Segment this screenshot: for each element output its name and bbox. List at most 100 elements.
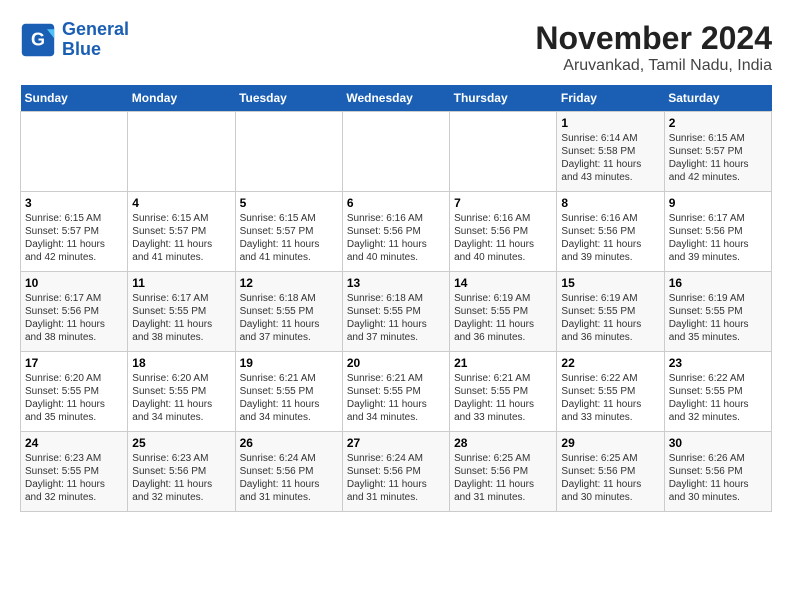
logo: G General Blue	[20, 20, 129, 60]
day-number: 30	[669, 436, 767, 450]
day-number: 18	[132, 356, 230, 370]
day-number: 12	[240, 276, 338, 290]
calendar-cell: 14 Sunrise: 6:19 AM Sunset: 5:55 PM Dayli…	[450, 272, 557, 352]
day-number: 5	[240, 196, 338, 210]
calendar-cell: 15Sunrise: 6:19 AM Sunset: 5:55 PM Dayli…	[557, 272, 664, 352]
day-number: 21	[454, 356, 552, 370]
day-number: 27	[347, 436, 445, 450]
day-info: Sunrise: 6:24 AM Sunset: 5:56 PM Dayligh…	[240, 452, 338, 504]
day-number: 20	[347, 356, 445, 370]
calendar-cell: 9 Sunrise: 6:17 AM Sunset: 5:56 PM Daylig…	[664, 192, 771, 272]
day-info: Sunrise: 6:18 AM Sunset: 5:55 PM Dayligh…	[347, 292, 445, 344]
day-info: Sunrise: 6:22 AM Sunset: 5:55 PM Dayligh…	[669, 372, 767, 424]
calendar-cell	[450, 112, 557, 192]
day-number: 16	[669, 276, 767, 290]
title-block: November 2024 Aruvankad, Tamil Nadu, Ind…	[535, 20, 772, 75]
weekday-header: Tuesday	[235, 85, 342, 112]
logo-icon: G	[20, 22, 56, 58]
day-number: 13	[347, 276, 445, 290]
day-info: Sunrise: 6:23 AM Sunset: 5:55 PM Dayligh…	[25, 452, 123, 504]
day-info: Sunrise: 6:25 AM Sunset: 5:56 PM Dayligh…	[561, 452, 659, 504]
day-info: Sunrise: 6:22 AM Sunset: 5:55 PM Dayligh…	[561, 372, 659, 424]
day-info: Sunrise: 6:21 AM Sunset: 5:55 PM Dayligh…	[347, 372, 445, 424]
day-number: 28	[454, 436, 552, 450]
day-info: Sunrise: 6:17 AM Sunset: 5:56 PM Dayligh…	[669, 212, 767, 264]
day-number: 26	[240, 436, 338, 450]
calendar-cell: 26 Sunrise: 6:24 AM Sunset: 5:56 PM Dayli…	[235, 432, 342, 512]
day-info: Sunrise: 6:15 AM Sunset: 5:57 PM Dayligh…	[25, 212, 123, 264]
calendar-cell: 10Sunrise: 6:17 AM Sunset: 5:56 PM Dayli…	[21, 272, 128, 352]
calendar-cell: 1 Sunrise: 6:14 AM Sunset: 5:58 PM Daylig…	[557, 112, 664, 192]
calendar-cell: 11 Sunrise: 6:17 AM Sunset: 5:55 PM Dayli…	[128, 272, 235, 352]
day-number: 19	[240, 356, 338, 370]
calendar-week-row: 10Sunrise: 6:17 AM Sunset: 5:56 PM Dayli…	[21, 272, 772, 352]
calendar-cell	[128, 112, 235, 192]
calendar-cell: 29 Sunrise: 6:25 AM Sunset: 5:56 PM Dayli…	[557, 432, 664, 512]
day-info: Sunrise: 6:23 AM Sunset: 5:56 PM Dayligh…	[132, 452, 230, 504]
day-info: Sunrise: 6:17 AM Sunset: 5:55 PM Dayligh…	[132, 292, 230, 344]
calendar-cell: 28 Sunrise: 6:25 AM Sunset: 5:56 PM Dayli…	[450, 432, 557, 512]
weekday-header: Monday	[128, 85, 235, 112]
page-title: November 2024	[535, 20, 772, 57]
calendar-week-row: 17 Sunrise: 6:20 AM Sunset: 5:55 PM Dayli…	[21, 352, 772, 432]
calendar-cell: 24 Sunrise: 6:23 AM Sunset: 5:55 PM Dayli…	[21, 432, 128, 512]
day-info: Sunrise: 6:15 AM Sunset: 5:57 PM Dayligh…	[240, 212, 338, 264]
day-info: Sunrise: 6:20 AM Sunset: 5:55 PM Dayligh…	[25, 372, 123, 424]
calendar-cell: 23 Sunrise: 6:22 AM Sunset: 5:55 PM Dayli…	[664, 352, 771, 432]
day-info: Sunrise: 6:14 AM Sunset: 5:58 PM Dayligh…	[561, 132, 659, 184]
calendar-cell: 18 Sunrise: 6:20 AM Sunset: 5:55 PM Dayli…	[128, 352, 235, 432]
calendar-cell: 16 Sunrise: 6:19 AM Sunset: 5:55 PM Dayli…	[664, 272, 771, 352]
calendar-cell	[342, 112, 449, 192]
day-number: 23	[669, 356, 767, 370]
calendar-cell: 25 Sunrise: 6:23 AM Sunset: 5:56 PM Dayli…	[128, 432, 235, 512]
calendar-cell	[21, 112, 128, 192]
calendar-cell: 8 Sunrise: 6:16 AM Sunset: 5:56 PM Daylig…	[557, 192, 664, 272]
day-info: Sunrise: 6:18 AM Sunset: 5:55 PM Dayligh…	[240, 292, 338, 344]
calendar-cell: 27 Sunrise: 6:24 AM Sunset: 5:56 PM Dayli…	[342, 432, 449, 512]
day-info: Sunrise: 6:16 AM Sunset: 5:56 PM Dayligh…	[561, 212, 659, 264]
calendar-cell: 7Sunrise: 6:16 AM Sunset: 5:56 PM Daylig…	[450, 192, 557, 272]
day-number: 24	[25, 436, 123, 450]
day-info: Sunrise: 6:21 AM Sunset: 5:55 PM Dayligh…	[240, 372, 338, 424]
day-info: Sunrise: 6:21 AM Sunset: 5:55 PM Dayligh…	[454, 372, 552, 424]
day-number: 8	[561, 196, 659, 210]
day-info: Sunrise: 6:24 AM Sunset: 5:56 PM Dayligh…	[347, 452, 445, 504]
day-info: Sunrise: 6:16 AM Sunset: 5:56 PM Dayligh…	[347, 212, 445, 264]
calendar-cell: 21 Sunrise: 6:21 AM Sunset: 5:55 PM Dayli…	[450, 352, 557, 432]
logo-text: General Blue	[62, 20, 129, 60]
day-info: Sunrise: 6:15 AM Sunset: 5:57 PM Dayligh…	[132, 212, 230, 264]
calendar-cell: 5 Sunrise: 6:15 AM Sunset: 5:57 PM Daylig…	[235, 192, 342, 272]
calendar-cell: 19 Sunrise: 6:21 AM Sunset: 5:55 PM Dayli…	[235, 352, 342, 432]
calendar-cell: 4 Sunrise: 6:15 AM Sunset: 5:57 PM Daylig…	[128, 192, 235, 272]
weekday-header: Wednesday	[342, 85, 449, 112]
svg-text:G: G	[31, 29, 45, 49]
day-info: Sunrise: 6:20 AM Sunset: 5:55 PM Dayligh…	[132, 372, 230, 424]
day-info: Sunrise: 6:25 AM Sunset: 5:56 PM Dayligh…	[454, 452, 552, 504]
day-info: Sunrise: 6:19 AM Sunset: 5:55 PM Dayligh…	[669, 292, 767, 344]
calendar-week-row: 1 Sunrise: 6:14 AM Sunset: 5:58 PM Daylig…	[21, 112, 772, 192]
calendar-cell: 13 Sunrise: 6:18 AM Sunset: 5:55 PM Dayli…	[342, 272, 449, 352]
calendar-cell: 6Sunrise: 6:16 AM Sunset: 5:56 PM Daylig…	[342, 192, 449, 272]
day-info: Sunrise: 6:19 AM Sunset: 5:55 PM Dayligh…	[561, 292, 659, 344]
page-subtitle: Aruvankad, Tamil Nadu, India	[535, 57, 772, 75]
day-info: Sunrise: 6:16 AM Sunset: 5:56 PM Dayligh…	[454, 212, 552, 264]
day-number: 14	[454, 276, 552, 290]
day-number: 9	[669, 196, 767, 210]
day-number: 22	[561, 356, 659, 370]
calendar-table: SundayMondayTuesdayWednesdayThursdayFrid…	[20, 85, 772, 512]
day-number: 10	[25, 276, 123, 290]
day-number: 4	[132, 196, 230, 210]
calendar-cell: 30 Sunrise: 6:26 AM Sunset: 5:56 PM Dayli…	[664, 432, 771, 512]
day-number: 25	[132, 436, 230, 450]
day-number: 17	[25, 356, 123, 370]
calendar-cell: 22 Sunrise: 6:22 AM Sunset: 5:55 PM Dayli…	[557, 352, 664, 432]
weekday-header: Saturday	[664, 85, 771, 112]
calendar-week-row: 24 Sunrise: 6:23 AM Sunset: 5:55 PM Dayli…	[21, 432, 772, 512]
day-number: 29	[561, 436, 659, 450]
weekday-header-row: SundayMondayTuesdayWednesdayThursdayFrid…	[21, 85, 772, 112]
day-number: 1	[561, 116, 659, 130]
day-info: Sunrise: 6:26 AM Sunset: 5:56 PM Dayligh…	[669, 452, 767, 504]
day-info: Sunrise: 6:19 AM Sunset: 5:55 PM Dayligh…	[454, 292, 552, 344]
day-number: 11	[132, 276, 230, 290]
calendar-cell: 12 Sunrise: 6:18 AM Sunset: 5:55 PM Dayli…	[235, 272, 342, 352]
